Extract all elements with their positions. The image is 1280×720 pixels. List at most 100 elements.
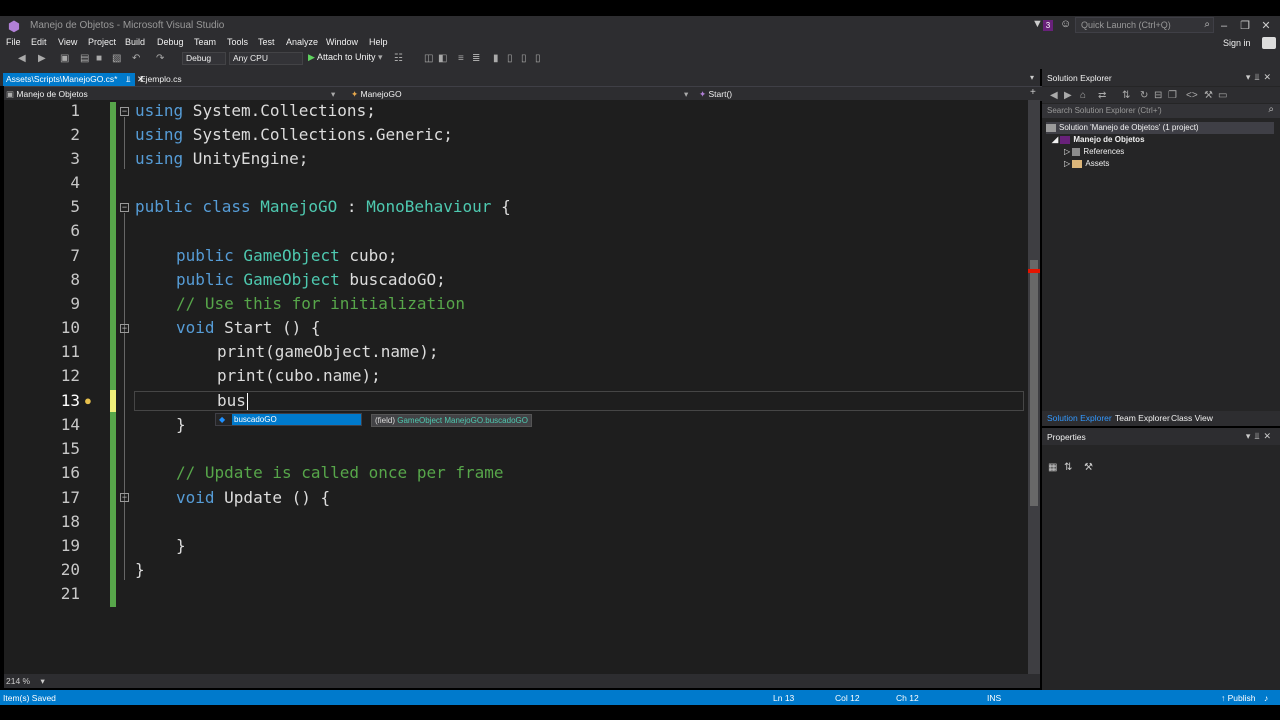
menu-tools[interactable]: Tools <box>227 37 248 47</box>
intellisense-list[interactable]: ◆ buscadoGO <box>215 413 362 426</box>
menu-view[interactable]: View <box>58 37 77 47</box>
keyword-token: void <box>176 318 215 337</box>
outdent-icon[interactable]: ≣ <box>472 53 480 64</box>
menu-window[interactable]: Window <box>326 37 358 47</box>
pin-icon[interactable]: ⫫ <box>126 74 131 84</box>
show-all-files-icon[interactable]: ❐ <box>1168 90 1177 101</box>
tab-solution-explorer[interactable]: Solution Explorer <box>1047 413 1112 423</box>
menu-team[interactable]: Team <box>194 37 216 47</box>
browser-icon[interactable]: ☷ <box>394 53 403 64</box>
visual-studio-logo-icon: ⬢ <box>7 18 21 34</box>
configuration-select[interactable]: Debug <box>182 52 226 65</box>
vertical-scrollbar[interactable] <box>1028 100 1040 674</box>
tree-item-solution[interactable]: Solution 'Manejo de Objetos' (1 project) <box>1046 122 1274 134</box>
preview-icon[interactable]: ▭ <box>1218 90 1227 101</box>
solution-search-placeholder: Search Solution Explorer (Ctrl+') <box>1047 106 1162 115</box>
bookmark-prev-icon[interactable]: ▯ <box>507 53 513 64</box>
categorized-icon[interactable]: ▦ <box>1048 462 1057 473</box>
tab-class-view[interactable]: Class View <box>1171 413 1213 423</box>
indent-icon[interactable]: ≡ <box>458 53 464 64</box>
code-editor[interactable] <box>4 100 1028 674</box>
class-icon: ✦ <box>351 89 359 99</box>
tab-manejogo-cs[interactable]: Assets\Scripts\ManejoGO.cs* ⫫ ✕ <box>3 73 144 86</box>
keyword-token: public class <box>135 197 251 216</box>
maximize-button[interactable]: ❐ <box>1235 18 1255 34</box>
properties-wrench-icon[interactable]: ⚒ <box>1204 90 1213 101</box>
view-code-icon[interactable]: <> <box>1186 90 1198 101</box>
menu-file[interactable]: File <box>6 37 21 47</box>
bookmark-next-icon[interactable]: ▯ <box>521 53 527 64</box>
fold-guide <box>124 213 125 580</box>
change-tracking-bar <box>110 102 116 607</box>
property-pages-icon[interactable]: ⚒ <box>1084 462 1093 473</box>
minimize-button[interactable]: – <box>1214 18 1234 34</box>
sign-in-link[interactable]: Sign in <box>1223 38 1251 48</box>
line-number: 16 <box>60 463 80 482</box>
tab-ejemplo-cs[interactable]: Ejemplo.cs <box>140 73 182 86</box>
open-file-icon[interactable]: ▤ <box>80 53 89 64</box>
bookmark-icon[interactable]: ▮ <box>493 53 499 64</box>
tree-item-label: Manejo de Objetos <box>1073 135 1145 144</box>
tree-item-assets[interactable]: ▷ Assets <box>1064 158 1109 170</box>
publish-button[interactable]: ↑ Publish <box>1221 693 1256 703</box>
pending-changes-icon[interactable]: ⇅ <box>1122 90 1130 101</box>
completion-item-selected[interactable]: buscadoGO <box>232 414 361 425</box>
bookmark-clear-icon[interactable]: ▯ <box>535 53 541 64</box>
home-icon[interactable]: ⌂ <box>1080 90 1086 101</box>
tree-item-references[interactable]: ▷ References <box>1064 146 1124 158</box>
account-icon[interactable] <box>1262 37 1276 49</box>
back-icon[interactable]: ◀ <box>1050 90 1058 101</box>
line-number: 5 <box>70 197 80 216</box>
menu-build[interactable]: Build <box>125 37 145 47</box>
collapse-icon[interactable]: − <box>120 493 129 502</box>
menu-project[interactable]: Project <box>88 37 116 47</box>
undo-icon[interactable]: ↶ <box>132 53 140 64</box>
status-bar: Item(s) Saved Ln 13 Col 12 Ch 12 INS ↑ P… <box>0 690 1280 705</box>
save-icon[interactable]: ■ <box>96 53 102 64</box>
save-all-icon[interactable]: ▧ <box>112 53 121 64</box>
chevron-down-icon: ▾ <box>684 89 689 99</box>
sync-icon[interactable]: ⇄ <box>1098 90 1106 101</box>
tab-dropdown-icon[interactable]: ▾ <box>1030 73 1034 82</box>
refresh-icon[interactable]: ↻ <box>1140 90 1148 101</box>
forward-icon[interactable]: ▶ <box>1064 90 1072 101</box>
redo-icon[interactable]: ↷ <box>156 53 164 64</box>
type-token: GameObject <box>233 246 340 265</box>
panel-window-buttons[interactable]: ▾⫫✕ <box>1246 431 1275 442</box>
collapse-icon[interactable]: − <box>120 324 129 333</box>
tab-team-explorer[interactable]: Team Explorer <box>1115 413 1170 423</box>
notifications-bell-icon[interactable]: ♪ <box>1264 693 1268 703</box>
collapse-icon[interactable]: − <box>120 107 129 116</box>
quick-launch-input[interactable]: Quick Launch (Ctrl+Q) ⌕ <box>1075 17 1214 33</box>
alphabetical-icon[interactable]: ⇅ <box>1064 462 1072 473</box>
attach-to-unity-button[interactable]: ▶ Attach to Unity ▾ <box>308 52 383 63</box>
panel-window-buttons[interactable]: ▾⫫✕ <box>1246 72 1275 83</box>
menu-test[interactable]: Test <box>258 37 275 47</box>
menu-debug[interactable]: Debug <box>157 37 184 47</box>
step-over-icon[interactable]: ◧ <box>438 53 447 64</box>
collapse-all-icon[interactable]: ⊟ <box>1154 90 1162 101</box>
tree-item-project[interactable]: ◢ Manejo de Objetos <box>1052 134 1145 146</box>
zoom-level-select[interactable]: 214 % ▾ <box>6 676 45 687</box>
close-button[interactable]: ✕ <box>1256 18 1276 34</box>
notifications-flag-icon[interactable]: ▼ <box>1032 18 1043 30</box>
scrollbar-thumb[interactable] <box>1030 260 1038 506</box>
platform-select[interactable]: Any CPU <box>229 52 303 65</box>
lightbulb-icon[interactable]: ● <box>84 393 92 408</box>
new-project-icon[interactable]: ▣ <box>60 53 69 64</box>
forward-icon[interactable]: ▶ <box>38 53 46 64</box>
notification-count-badge[interactable]: 3 <box>1043 20 1053 31</box>
menu-help[interactable]: Help <box>369 37 388 47</box>
menu-edit[interactable]: Edit <box>31 37 47 47</box>
step-icon[interactable]: ◫ <box>424 53 433 64</box>
line-number: 10 <box>60 318 80 337</box>
menu-analyze[interactable]: Analyze <box>286 37 318 47</box>
collapse-icon[interactable]: − <box>120 203 129 212</box>
line-number: 19 <box>60 536 80 555</box>
solution-search-input[interactable]: Search Solution Explorer (Ctrl+') ⌕ <box>1042 104 1280 118</box>
split-editor-icon[interactable]: + <box>1030 87 1036 98</box>
feedback-icon[interactable]: ☺ <box>1060 18 1071 30</box>
member-dropdown[interactable]: ✦ Start() <box>699 88 1019 100</box>
back-icon[interactable]: ◀ <box>18 53 26 64</box>
class-dropdown[interactable]: ✦ ManejoGO ▾ <box>351 88 691 100</box>
